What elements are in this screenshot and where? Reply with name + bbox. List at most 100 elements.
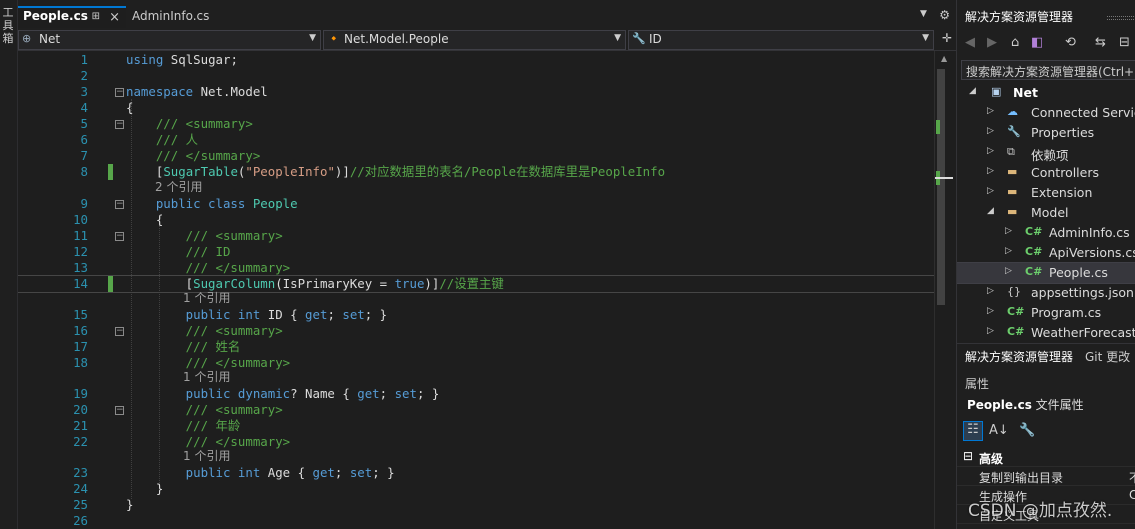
history-icon[interactable]: ⟲ (1065, 35, 1076, 50)
code-line[interactable]: 7 /// </summary> (18, 148, 934, 164)
collapse-outline-icon[interactable]: − (115, 88, 124, 97)
switch-views-icon[interactable]: ◧ (1031, 35, 1043, 50)
collapse-section-icon[interactable]: ⊟ (963, 449, 973, 463)
expand-arrow-icon[interactable]: ▷ (1005, 226, 1012, 236)
toolbox-strip[interactable]: 工具箱 (0, 0, 18, 529)
code-line[interactable]: 8 [SugarTable("PeopleInfo")]//对应数据里的表名/P… (18, 164, 934, 180)
project-dropdown[interactable]: ⊕ Net ▼ (18, 30, 321, 50)
tab-admininfo-cs[interactable]: AdminInfo.cs (127, 6, 251, 28)
tree-item[interactable]: ▷ C# ApiVersions.cs (957, 243, 1135, 263)
codelens-references[interactable]: 2 个引用 (18, 180, 934, 194)
code-line[interactable]: 18 /// </summary> (18, 355, 934, 371)
tree-item[interactable]: ▷ 🔧 Properties (957, 123, 1135, 143)
tree-item[interactable]: ▷ ⧉ 依赖项 (957, 143, 1135, 163)
tree-item[interactable]: ▷ C# WeatherForecast.cs (957, 323, 1135, 343)
tree-item[interactable]: ▷ {} appsettings.json (957, 283, 1135, 303)
code-line[interactable]: 22 /// </summary> (18, 434, 934, 450)
code-line[interactable]: 5 − /// <summary> (18, 116, 934, 132)
code-text-area[interactable]: 1 using SqlSugar; 2 3− namespace Net.Model 4{… (18, 51, 934, 529)
tab-git-changes[interactable]: Git 更改 (1085, 348, 1130, 365)
expand-arrow-icon[interactable]: ▷ (987, 106, 994, 116)
collapse-outline-icon[interactable]: − (115, 406, 124, 415)
split-editor-icon[interactable]: ✛ (942, 31, 952, 45)
code-line[interactable]: 6 /// 人 (18, 132, 934, 148)
expand-arrow-icon[interactable]: ▷ (987, 306, 994, 316)
tab-list-dropdown-icon[interactable]: ▼ (920, 9, 930, 21)
vertical-scrollbar[interactable]: ▲ (934, 51, 956, 529)
tree-item[interactable]: ▷ C# AdminInfo.cs (957, 223, 1135, 243)
properties-object[interactable]: People.cs 文件属性 (957, 396, 1135, 416)
expand-arrow-icon[interactable]: ▷ (987, 286, 994, 296)
expand-arrow-icon[interactable]: ▷ (987, 166, 994, 176)
properties-section-advanced[interactable]: ⊟ 高级 (957, 448, 1135, 467)
scroll-thumb[interactable] (937, 69, 945, 305)
tree-item[interactable]: ◢ ▬ Model (957, 203, 1135, 223)
property-value[interactable]: 不 (1129, 469, 1135, 486)
member-dropdown[interactable]: 🔧 ID ▼ (628, 30, 934, 50)
property-row[interactable]: 复制到输出目录 不 (957, 467, 1135, 486)
gear-icon[interactable]: ⚙ (939, 8, 950, 22)
codelens-references[interactable]: 1 个引用 (18, 291, 934, 305)
code-line[interactable]: 13 /// </summary> (18, 260, 934, 276)
tab-solution-explorer[interactable]: 解决方案资源管理器 (965, 348, 1073, 365)
tab-people-cs[interactable]: People.cs ⊞ × (18, 6, 126, 28)
code-line[interactable]: 24 } (18, 481, 934, 497)
code-line[interactable]: 25} (18, 497, 934, 513)
pin-icon[interactable]: ⊞ (92, 11, 100, 22)
code-line[interactable]: 21 /// 年龄 (18, 418, 934, 434)
code-line[interactable]: 1 using SqlSugar; (18, 52, 934, 68)
collapse-arrow-icon[interactable]: ◢ (987, 206, 994, 216)
collapse-arrow-icon[interactable]: ◢ (969, 86, 976, 96)
code-line[interactable]: 19 public dynamic? Name { get; set; } (18, 386, 934, 402)
expand-arrow-icon[interactable]: ▷ (1005, 246, 1012, 256)
back-icon[interactable]: ◀ (965, 35, 975, 50)
type-dropdown[interactable]: 🔸 Net.Model.People ▼ (323, 30, 626, 50)
code-line[interactable]: 15 public int ID { get; set; } (18, 307, 934, 323)
tree-item[interactable]: ▷ C# People.cs (957, 262, 1135, 284)
code-line[interactable]: 12 /// ID (18, 244, 934, 260)
code-line[interactable]: 16 − /// <summary> (18, 323, 934, 339)
collapse-outline-icon[interactable]: − (115, 327, 124, 336)
code-line[interactable]: 17 /// 姓名 (18, 339, 934, 355)
code-line[interactable]: 20 − /// <summary> (18, 402, 934, 418)
code-line[interactable]: 3 − namespace Net.Model (18, 84, 934, 100)
sync-icon[interactable]: ⇆ (1095, 35, 1106, 50)
code-line[interactable]: 4{ (18, 100, 934, 116)
code-line[interactable]: 11 − /// <summary> (18, 228, 934, 244)
code-line[interactable]: 10 { (18, 212, 934, 228)
solution-explorer-search-input[interactable]: 搜索解决方案资源管理器(Ctrl+;) (961, 60, 1135, 80)
tree-item-label: Controllers (1031, 165, 1099, 180)
code-line[interactable]: 9 − public class People (18, 196, 934, 212)
tree-item[interactable]: ▷ ▬ Controllers (957, 163, 1135, 183)
expand-arrow-icon[interactable]: ▷ (987, 146, 994, 156)
code-line[interactable]: 26 (18, 513, 934, 529)
expand-arrow-icon[interactable]: ▷ (987, 326, 994, 336)
code-line[interactable]: 14 [SugarColumn(IsPrimaryKey = true)]//设… (18, 275, 934, 293)
categorized-icon[interactable]: ☷ (963, 421, 983, 441)
tree-item[interactable]: ▷ ☁ Connected Services (957, 103, 1135, 123)
collapse-all-icon[interactable]: ⊟ (1119, 35, 1130, 50)
toolbox-label[interactable]: 工具箱 (1, 6, 15, 45)
home-icon[interactable]: ⌂ (1011, 35, 1019, 50)
close-icon[interactable]: × (109, 10, 120, 25)
tree-item[interactable]: ▷ ▬ Extension (957, 183, 1135, 203)
panel-grip[interactable] (1107, 16, 1135, 20)
tree-item[interactable]: ▷ C# Program.cs (957, 303, 1135, 323)
expand-arrow-icon[interactable]: ▷ (1005, 266, 1012, 276)
property-pages-icon[interactable]: 🔧 (1019, 423, 1035, 438)
code-line[interactable]: 2 (18, 68, 934, 84)
codelens-references[interactable]: 1 个引用 (18, 449, 934, 463)
tree-item[interactable]: ◢ ▣ Net (957, 83, 1135, 103)
scroll-up-icon[interactable]: ▲ (941, 54, 947, 63)
collapse-outline-icon[interactable]: − (115, 232, 124, 241)
collapse-outline-icon[interactable]: − (115, 120, 124, 129)
expand-arrow-icon[interactable]: ▷ (987, 126, 994, 136)
forward-icon[interactable]: ▶ (987, 35, 997, 50)
code-line[interactable]: 23 public int Age { get; set; } (18, 465, 934, 481)
codelens-references[interactable]: 1 个引用 (18, 370, 934, 384)
alphabetical-icon[interactable]: A↓ (989, 423, 1009, 438)
collapse-outline-icon[interactable]: − (115, 200, 124, 209)
property-value[interactable]: C (1129, 488, 1135, 502)
expand-arrow-icon[interactable]: ▷ (987, 186, 994, 196)
properties-object-type: 文件属性 (1035, 398, 1084, 412)
